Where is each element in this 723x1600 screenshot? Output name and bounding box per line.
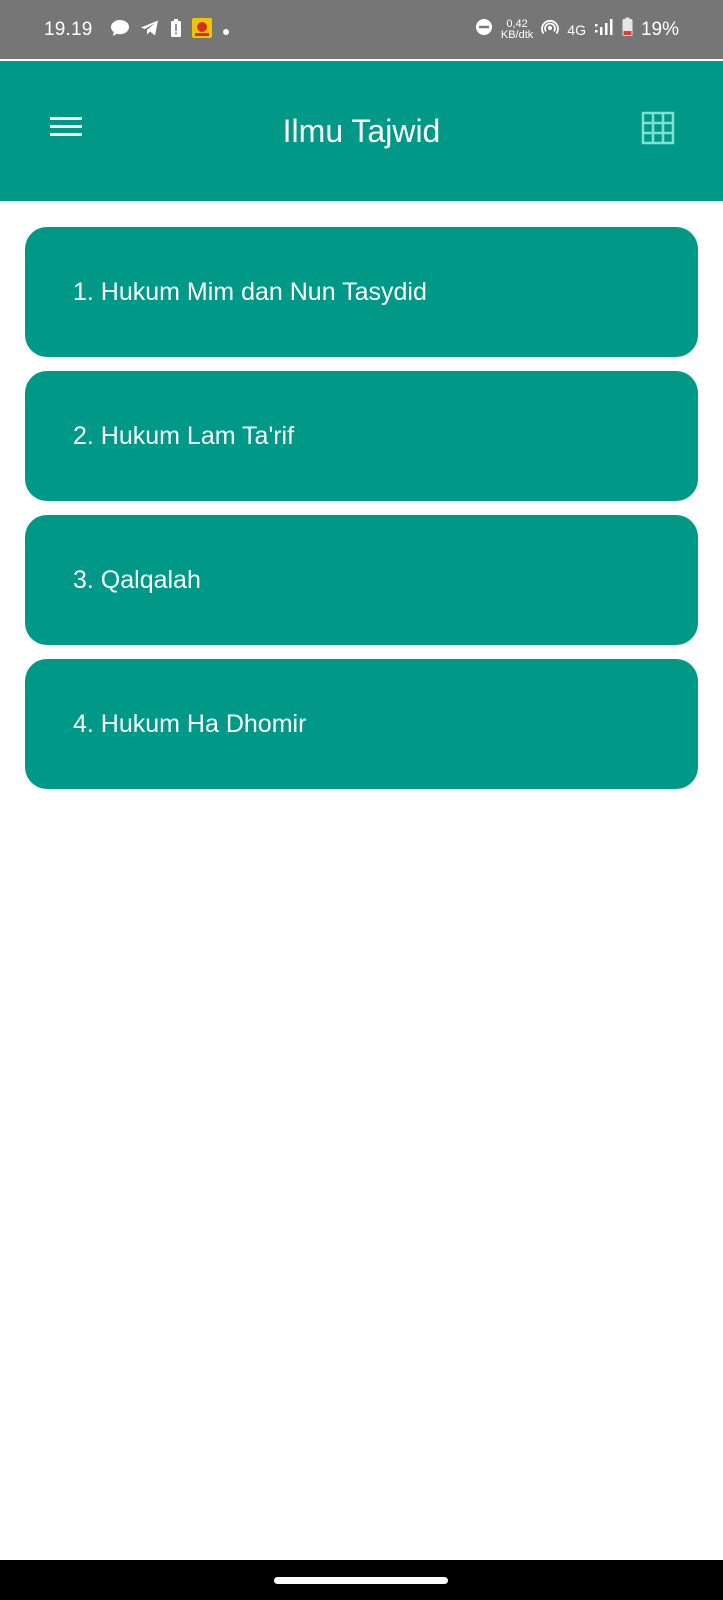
- system-status-icons: 0,42 KB/dtk 4G 19%: [475, 17, 679, 43]
- notification-icons: [110, 18, 230, 44]
- app-notification-icon: [192, 18, 212, 44]
- page-title: Ilmu Tajwid: [282, 113, 441, 149]
- topic-card-lam-tarif[interactable]: 2. Hukum Lam Ta'rif: [25, 371, 698, 501]
- do-not-disturb-icon: [475, 18, 493, 42]
- status-time: 19.19: [44, 19, 93, 40]
- telegram-icon: [140, 19, 160, 43]
- battery-icon: [622, 17, 633, 43]
- hotspot-icon: [541, 18, 560, 42]
- network-type: 4G: [567, 22, 586, 38]
- app-bar: Ilmu Tajwid: [0, 61, 723, 201]
- battery-percentage: 19%: [640, 19, 679, 40]
- system-navigation-bar: [0, 1560, 723, 1600]
- topic-card-ha-dhomir[interactable]: 4. Hukum Ha Dhomir: [25, 659, 698, 789]
- signal-icon: [594, 18, 614, 42]
- grid-view-button[interactable]: [641, 111, 675, 145]
- topic-card-label: 1. Hukum Mim dan Nun Tasydid: [73, 277, 427, 306]
- chat-bubble-icon: [110, 19, 130, 43]
- status-bar: 19.19 0,42 KB/dtk 4G 19%: [0, 0, 723, 59]
- topic-card-label: 4. Hukum Ha Dhomir: [73, 709, 307, 738]
- grid-icon: [641, 111, 675, 145]
- topic-card-label: 3. Qalqalah: [73, 565, 201, 594]
- more-dot-icon: [222, 20, 230, 42]
- topic-card-mim-nun-tasydid[interactable]: 1. Hukum Mim dan Nun Tasydid: [25, 227, 698, 357]
- topic-card-label: 2. Hukum Lam Ta'rif: [73, 421, 295, 450]
- topic-list: 1. Hukum Mim dan Nun Tasydid 2. Hukum La…: [25, 227, 698, 789]
- home-indicator[interactable]: [274, 1577, 448, 1584]
- network-speed: 0,42 KB/dtk: [501, 19, 533, 41]
- network-speed-unit: KB/dtk: [500, 29, 534, 41]
- battery-alert-icon: [170, 18, 182, 44]
- topic-card-qalqalah[interactable]: 3. Qalqalah: [25, 515, 698, 645]
